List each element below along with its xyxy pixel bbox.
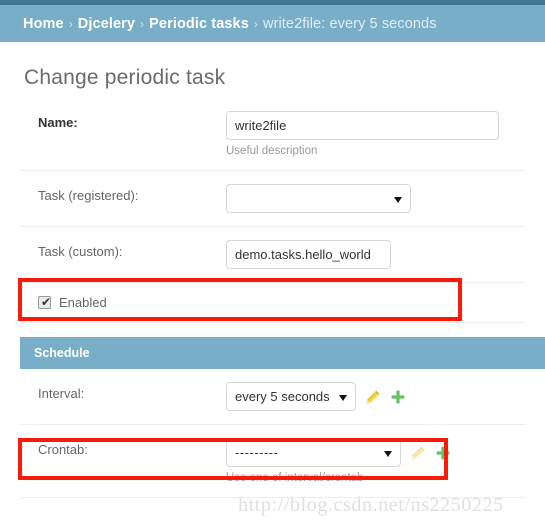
check-icon: ✔ (41, 295, 52, 309)
pencil-icon[interactable] (365, 389, 381, 405)
watermark: http://blog.csdn.net/ns2250225 (238, 494, 504, 516)
form-row-task-custom: Task (custom): (20, 227, 525, 283)
task-custom-label: Task (custom): (38, 244, 123, 259)
name-label: Name: (38, 115, 78, 130)
breadcrumb-item-djcelery[interactable]: Djcelery (78, 16, 135, 32)
page-title: Change periodic task (24, 66, 226, 89)
breadcrumb-item-current: write2file: every 5 seconds (262, 15, 437, 32)
enabled-label: Enabled (59, 295, 107, 310)
interval-select-wrap: every 5 seconds (226, 382, 356, 411)
interval-label: Interval: (38, 386, 85, 401)
plus-icon[interactable] (435, 445, 451, 461)
breadcrumb-separator: › (140, 16, 145, 31)
task-custom-field-wrap (226, 240, 525, 269)
task-registered-select[interactable] (226, 184, 411, 213)
main-content: Change periodic task Name: Useful descri… (0, 42, 545, 498)
interval-select[interactable]: every 5 seconds (226, 382, 356, 411)
interval-field-wrap: every 5 seconds (226, 382, 525, 411)
task-registered-select-wrap (226, 184, 411, 213)
plus-icon[interactable] (390, 389, 406, 405)
crontab-select-wrap: --------- (226, 438, 401, 467)
enabled-checkbox[interactable]: ✔ (38, 296, 51, 309)
schedule-header: Schedule (20, 337, 545, 369)
name-field-wrap: Useful description (226, 111, 525, 157)
crontab-select[interactable]: --------- (226, 438, 401, 467)
task-registered-label: Task (registered): (38, 188, 139, 203)
form-row-enabled[interactable]: ✔ Enabled (20, 283, 525, 323)
name-input[interactable] (226, 111, 499, 140)
form-row-crontab: Crontab: --------- Use one of interval/c… (20, 425, 525, 498)
form-row-interval: Interval: every 5 seconds (20, 369, 525, 425)
breadcrumb: Home › Djcelery › Periodic tasks › write… (0, 5, 545, 42)
breadcrumb-separator: › (253, 16, 258, 31)
breadcrumb-item-home[interactable]: Home (23, 16, 64, 32)
task-custom-input[interactable] (226, 240, 391, 269)
breadcrumb-separator: › (68, 16, 73, 31)
breadcrumb-item-periodic-tasks[interactable]: Periodic tasks (149, 16, 249, 32)
crontab-help-text: Use one of interval/crontab (226, 472, 364, 484)
schedule-module: Schedule Interval: every 5 seconds Cront… (20, 337, 545, 498)
crontab-label: Crontab: (38, 442, 88, 457)
crontab-field-wrap: --------- Use one of interval/crontab (226, 438, 525, 484)
task-registered-field-wrap (226, 184, 525, 213)
form-row-name: Name: Useful description (20, 98, 525, 171)
form-row-task-registered: Task (registered): (20, 171, 525, 227)
name-help-text: Useful description (226, 145, 318, 157)
pencil-icon[interactable] (410, 445, 426, 461)
